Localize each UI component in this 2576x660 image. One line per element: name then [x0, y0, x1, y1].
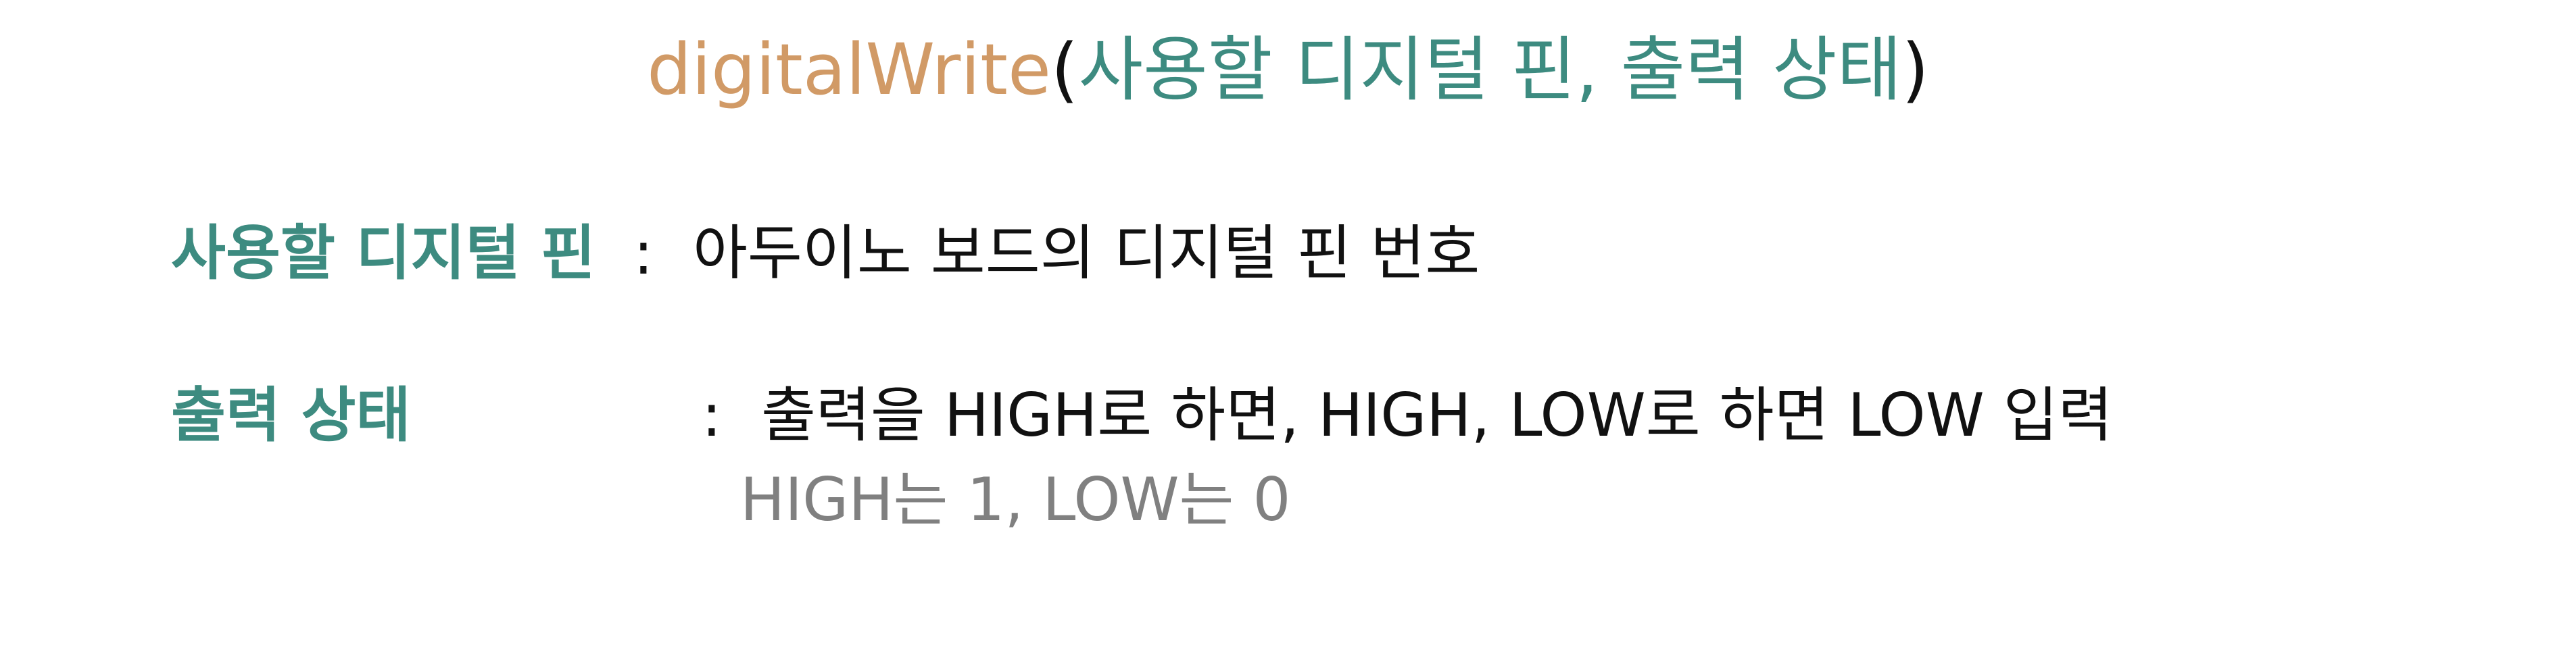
param-description-pin: 아두이노 보드의 디지털 핀 번호 [692, 218, 1480, 288]
open-paren: ( [1050, 28, 1079, 111]
param-row-pin: 사용할 디지털 핀 : 아두이노 보드의 디지털 핀 번호 [171, 216, 1480, 290]
param-row-state: 출력 상태 : 출력을 HIGH로 하면, HIGH, LOW로 하면 LOW … [171, 378, 2113, 453]
function-signature: digitalWrite(사용할 디지털 핀, 출력 상태) [0, 26, 2576, 113]
close-paren: ) [1901, 28, 1929, 111]
function-arguments: 사용할 디지털 핀, 출력 상태 [1078, 28, 1902, 111]
param-separator: : [633, 218, 654, 288]
param-description-state: 출력을 HIGH로 하면, HIGH, LOW로 하면 LOW 입력 [760, 380, 2113, 450]
param-note-state: HIGH는 1, LOW는 0 [740, 465, 1291, 534]
param-separator: : [701, 380, 722, 450]
param-label-state: 출력 상태 [171, 380, 411, 450]
param-label-pin: 사용할 디지털 핀 [171, 218, 596, 288]
function-name: digitalWrite [647, 28, 1051, 111]
